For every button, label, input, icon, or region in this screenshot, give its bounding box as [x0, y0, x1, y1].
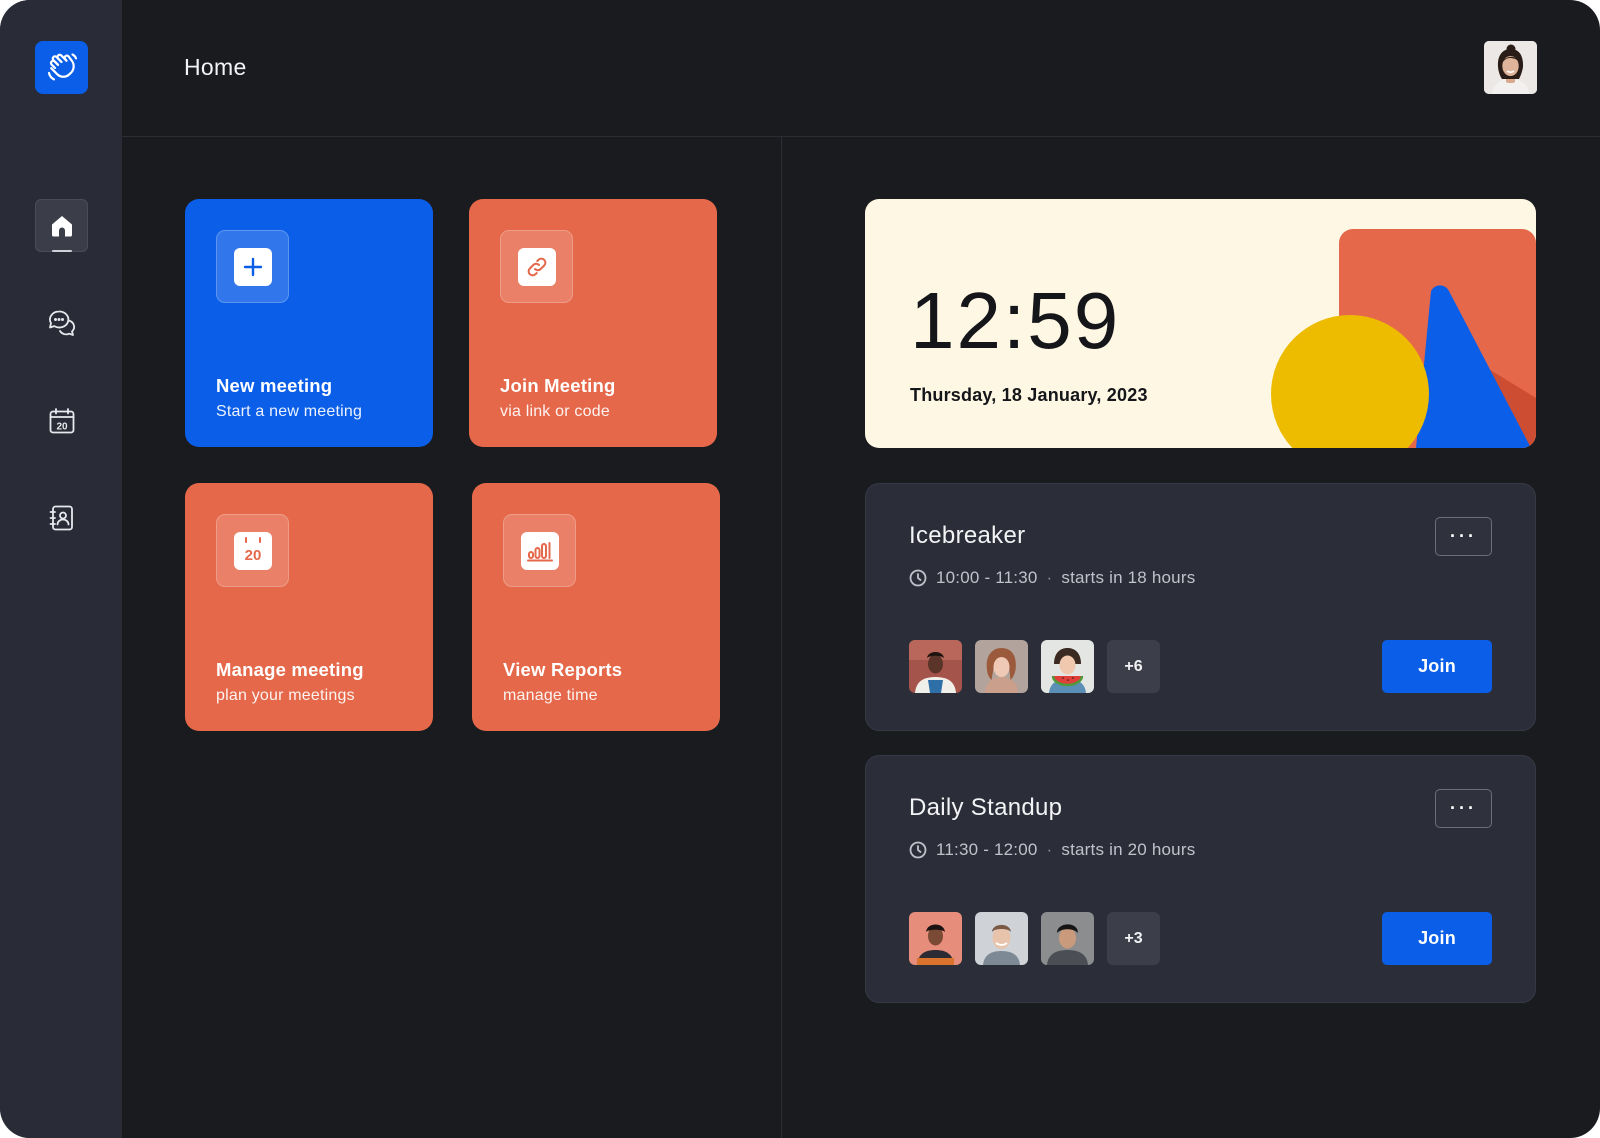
meeting-card-icebreaker: Icebreaker 10:00 - 11:30 · starts in 18 … — [865, 483, 1536, 731]
view-reports-icon-box — [503, 514, 576, 587]
tile-title: View Reports — [503, 659, 623, 680]
content-divider — [781, 137, 782, 1138]
user-avatar[interactable] — [1484, 41, 1537, 94]
more-options-button[interactable]: ··· — [1435, 517, 1492, 556]
top-header: Home — [122, 0, 1600, 137]
meeting-time: 10:00 - 11:30 · starts in 18 hours — [909, 568, 1195, 588]
more-options-button[interactable]: ··· — [1435, 789, 1492, 828]
participant-list: +6 — [909, 640, 1160, 693]
sidebar-item-chat[interactable] — [35, 296, 88, 349]
waving-hand-icon — [47, 52, 77, 80]
clock-time: 12:59 — [910, 276, 1121, 365]
meeting-title: Daily Standup — [909, 794, 1063, 821]
calendar-day-label: 20 — [244, 547, 261, 564]
join-button[interactable]: Join — [1382, 912, 1492, 965]
manage-meeting-tile[interactable]: 20 Manage meeting plan your meetings — [185, 483, 433, 731]
meeting-starts-in: starts in 20 hours — [1061, 840, 1196, 859]
meeting-title: Icebreaker — [909, 522, 1026, 549]
manage-meeting-icon-box: 20 — [216, 514, 289, 587]
tile-subtitle: plan your meetings — [216, 687, 355, 704]
tile-title: New meeting — [216, 375, 333, 396]
calendar-icon: 20 — [49, 407, 74, 433]
sidebar-item-calendar[interactable]: 20 — [35, 394, 88, 447]
extra-participants-count[interactable]: +6 — [1107, 640, 1160, 693]
calendar-icon: 20 — [237, 535, 268, 566]
sidebar-item-contacts[interactable] — [35, 491, 88, 544]
decorative-shapes-illustration — [1271, 229, 1536, 448]
tile-subtitle: manage time — [503, 687, 598, 704]
participant-avatar[interactable] — [909, 640, 962, 693]
tile-subtitle: Start a new meeting — [216, 403, 363, 420]
home-icon — [51, 215, 72, 236]
join-meeting-tile[interactable]: Join Meeting via link or code — [469, 199, 717, 447]
separator-dot: · — [1046, 568, 1053, 587]
separator-dot: · — [1046, 840, 1053, 859]
view-reports-tile[interactable]: View Reports manage time — [472, 483, 720, 731]
clock-icon — [909, 841, 927, 859]
participant-list: +3 — [909, 912, 1160, 965]
extra-participants-count[interactable]: +3 — [1107, 912, 1160, 965]
sidebar-item-home[interactable] — [35, 199, 88, 252]
clock-card: 12:59 Thursday, 18 January, 2023 — [865, 199, 1536, 448]
participant-avatar[interactable] — [909, 912, 962, 965]
meeting-card-daily-standup: Daily Standup 11:30 - 12:00 · starts in … — [865, 755, 1536, 1003]
new-meeting-icon-box — [216, 230, 289, 303]
bar-chart-icon — [526, 541, 553, 561]
tile-title: Join Meeting — [500, 375, 616, 396]
meeting-time: 11:30 - 12:00 · starts in 20 hours — [909, 840, 1195, 860]
clock-date: Thursday, 18 January, 2023 — [910, 385, 1148, 405]
contacts-book-icon — [49, 505, 73, 530]
tile-title: Manage meeting — [216, 659, 364, 680]
user-avatar-image — [1484, 41, 1537, 94]
meeting-time-range: 10:00 - 11:30 — [936, 568, 1038, 587]
app-logo[interactable] — [35, 41, 88, 94]
join-meeting-icon-box — [500, 230, 573, 303]
participant-avatar[interactable] — [975, 912, 1028, 965]
meeting-time-range: 11:30 - 12:00 — [936, 840, 1038, 859]
participant-avatar[interactable] — [1041, 912, 1094, 965]
join-button[interactable]: Join — [1382, 640, 1492, 693]
app-window: 20 Home New meeting Start a new meeting … — [0, 0, 1600, 1138]
page-title: Home — [184, 54, 247, 80]
participant-avatar[interactable] — [1041, 640, 1094, 693]
sidebar: 20 — [0, 0, 122, 1138]
calendar-day-label: 20 — [56, 421, 68, 432]
clock-icon — [909, 569, 927, 587]
new-meeting-tile[interactable]: New meeting Start a new meeting — [185, 199, 433, 447]
meeting-starts-in: starts in 18 hours — [1061, 568, 1196, 587]
plus-icon — [243, 257, 262, 276]
chat-bubbles-icon — [48, 310, 75, 336]
participant-avatar[interactable] — [975, 640, 1028, 693]
tile-subtitle: via link or code — [500, 403, 610, 420]
link-icon — [527, 257, 546, 276]
